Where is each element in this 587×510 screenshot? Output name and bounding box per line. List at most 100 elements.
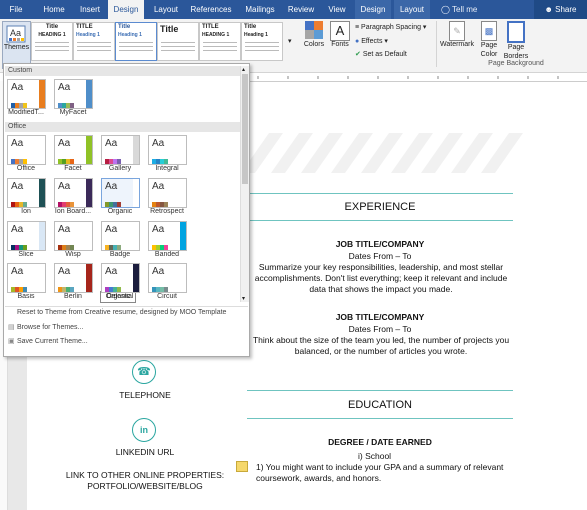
paragraph-spacing-button[interactable]: ≡ Paragraph Spacing ▾	[355, 23, 426, 31]
theme-thumbnail[interactable]: Aa	[54, 221, 93, 251]
theme-font-sample: Aa	[105, 266, 118, 277]
theme-label: Office	[16, 165, 36, 172]
scroll-down-arrow[interactable]: ▾	[242, 295, 245, 302]
theme-accent-strip	[180, 179, 186, 207]
page-borders-button[interactable]: Page Borders	[503, 21, 529, 61]
paragraph-spacing-icon: ≡	[355, 24, 360, 31]
theme-label: Integral	[155, 165, 179, 172]
section-divider	[247, 220, 513, 221]
set-as-default-button[interactable]: ✔ Set as Default	[355, 50, 407, 58]
theme-label: Celestial	[106, 293, 134, 300]
style-set-title: Title	[244, 24, 257, 30]
theme-font-sample: Aa	[58, 181, 71, 192]
theme-thumbnail[interactable]: Aa	[54, 135, 93, 165]
style-set-6[interactable]: Title Heading 1	[241, 22, 283, 61]
style-set-title: TITLE	[76, 24, 93, 30]
watermark-button[interactable]: ✎ Watermark	[439, 21, 475, 48]
theme-thumbnail[interactable]: Aa	[148, 221, 187, 251]
theme-thumbnail[interactable]: Aa	[54, 263, 93, 293]
scroll-up-arrow[interactable]: ▴	[242, 66, 245, 73]
page-borders-icon	[507, 21, 525, 43]
theme-thumbnail[interactable]: Aa	[7, 178, 46, 208]
share-button[interactable]: ☻ Share	[534, 0, 587, 19]
theme-label: Wisp	[65, 251, 81, 258]
theme-color-swatches	[105, 200, 121, 207]
style-set-2[interactable]: TITLE Heading 1	[73, 22, 115, 61]
tab-table-design[interactable]: Design	[355, 0, 391, 19]
effects-label: Effects	[361, 38, 383, 45]
tab-mailings[interactable]: Mailings	[240, 0, 280, 19]
gallery-scrollbar[interactable]: ▴ ▾	[240, 66, 249, 302]
page-color-button[interactable]: ▩ Page Color	[478, 21, 500, 59]
checkmark-icon: ✔	[355, 51, 361, 58]
telephone-label: TELEPHONE	[119, 390, 171, 400]
browse-themes-link[interactable]: ▤ Browse for Themes...	[8, 323, 83, 331]
theme-thumbnail[interactable]: Aa	[54, 79, 93, 109]
gallery-more-arrow[interactable]: ▾	[288, 37, 292, 45]
style-set-1[interactable]: Title HEADING 1	[31, 22, 73, 61]
theme-thumbnail[interactable]: Aa	[54, 178, 93, 208]
job1-dates: Dates From – To	[348, 251, 412, 261]
education-heading: EDUCATION	[348, 399, 412, 411]
theme-thumbnail[interactable]: Aa	[148, 135, 187, 165]
horizontal-ruler	[248, 73, 587, 82]
tab-table-layout[interactable]: Layout	[394, 0, 430, 19]
tab-view[interactable]: View	[323, 0, 351, 19]
watermark-icon: ✎	[449, 21, 465, 41]
theme-color-swatches	[152, 157, 168, 164]
colors-button[interactable]: Colors	[302, 21, 326, 48]
theme-label: Facet	[64, 165, 82, 172]
theme-font-sample: Aa	[105, 224, 118, 235]
style-set-4[interactable]: Title	[157, 22, 199, 61]
theme-label: ModifiedT...	[8, 109, 44, 116]
theme-thumbnail[interactable]: Aa	[148, 178, 187, 208]
theme-thumbnail[interactable]: Aa	[7, 221, 46, 251]
theme-accent-strip	[133, 179, 139, 207]
theme-thumbnail[interactable]: Aa	[7, 263, 46, 293]
theme-font-sample: Aa	[152, 181, 165, 192]
style-set-5[interactable]: TITLE HEADING 1	[199, 22, 241, 61]
comment-icon[interactable]	[236, 461, 248, 472]
style-set-heading: Heading 1	[76, 32, 100, 38]
svg-text:Aa: Aa	[10, 28, 21, 38]
tab-layout[interactable]: Layout	[148, 0, 184, 19]
tab-insert[interactable]: Insert	[74, 0, 106, 19]
lightbulb-icon: ◯	[441, 5, 450, 14]
tab-design[interactable]: Design	[108, 0, 144, 19]
ruler-ticks	[257, 76, 559, 79]
tab-references[interactable]: References	[188, 0, 234, 19]
save-theme-link[interactable]: ▣ Save Current Theme...	[8, 337, 88, 345]
scroll-thumb[interactable]	[242, 74, 248, 184]
theme-thumbnail[interactable]: Aa	[101, 178, 140, 208]
theme-accent-strip	[180, 136, 186, 164]
style-set-heading: Heading 1	[244, 32, 268, 38]
style-set-heading: HEADING 1	[38, 32, 66, 38]
theme-thumbnail[interactable]: Aa	[7, 135, 46, 165]
themes-icon: Aa	[6, 25, 26, 43]
theme-thumbnail[interactable]: Aa	[101, 135, 140, 165]
tab-review[interactable]: Review	[284, 0, 318, 19]
effects-button[interactable]: ● Effects ▾	[355, 37, 388, 45]
theme-thumbnail[interactable]: Aa	[148, 263, 187, 293]
themes-label: Themes	[3, 44, 30, 51]
theme-label: Organic	[107, 208, 133, 215]
style-set-3[interactable]: Title Heading 1	[115, 22, 157, 61]
effects-icon: ●	[355, 38, 360, 45]
theme-thumbnail[interactable]: Aa	[7, 79, 46, 109]
theme-accent-strip	[180, 222, 186, 250]
reset-theme-link[interactable]: Reset to Theme from Creative resume, des…	[8, 309, 226, 316]
themes-button[interactable]: Aa Themes	[2, 21, 31, 69]
fonts-button[interactable]: A Fonts	[328, 21, 352, 48]
theme-color-swatches	[58, 101, 74, 108]
theme-thumbnail[interactable]: Aa	[101, 263, 140, 293]
theme-font-sample: Aa	[105, 138, 118, 149]
page-borders-label: Page Borders	[503, 44, 529, 60]
tell-me-box[interactable]: ◯ Tell me	[441, 0, 477, 19]
tell-me-text: Tell me	[452, 5, 478, 14]
tab-file[interactable]: File	[2, 0, 30, 19]
theme-font-sample: Aa	[58, 82, 71, 93]
theme-label: Berlin	[64, 293, 82, 300]
theme-thumbnail[interactable]: Aa	[101, 221, 140, 251]
tab-home[interactable]: Home	[38, 0, 70, 19]
theme-color-swatches	[152, 200, 168, 207]
